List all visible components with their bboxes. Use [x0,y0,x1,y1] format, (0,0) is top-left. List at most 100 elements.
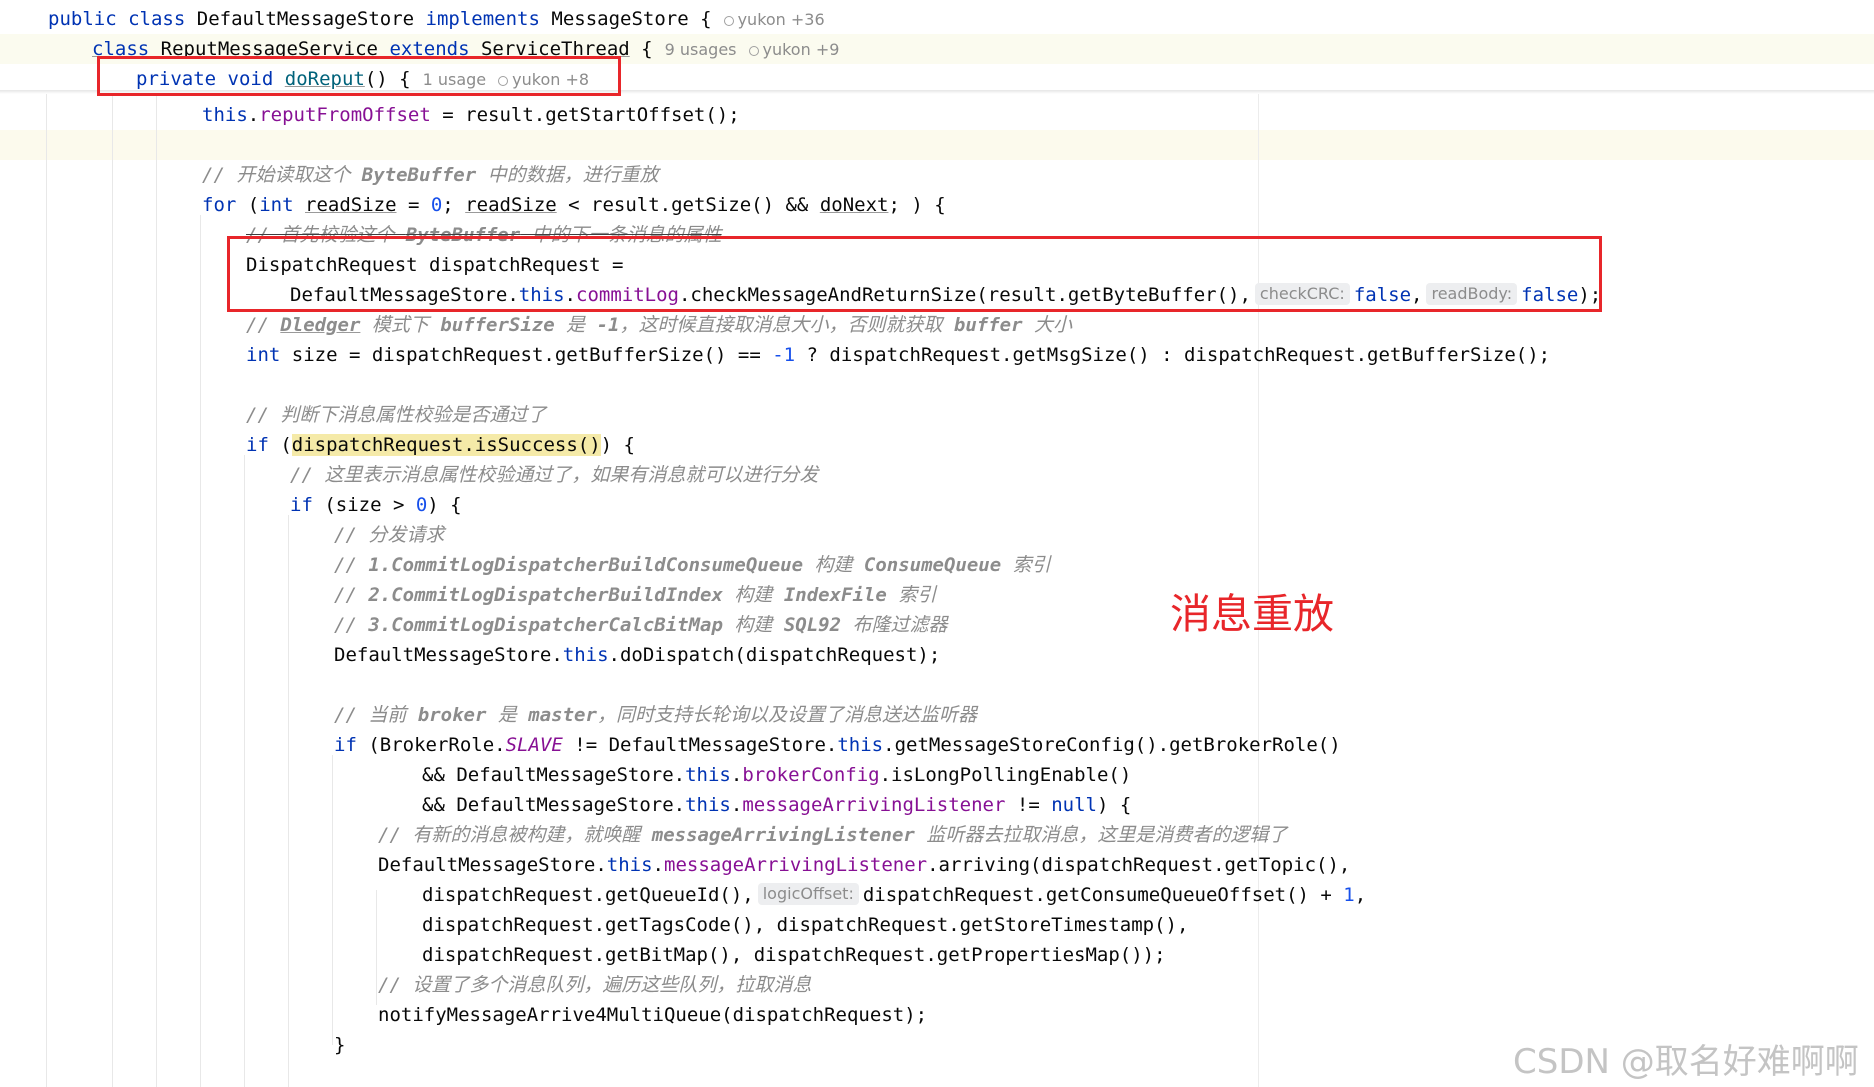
keyword: this [685,764,731,786]
code-text: (BrokerRole. [356,734,506,756]
keyword: if [246,434,269,456]
code-text: ? dispatchRequest.getMsgSize() : dispatc… [795,344,1551,366]
code-comment[interactable]: // Dledger 模式下 bufferSize 是 -1，这时候直接取消息大… [246,310,1072,340]
watermark: CSDN @取名好难啊啊 [1513,1042,1859,1082]
keyword: this [685,794,731,816]
indent-guide [376,890,377,1005]
code-text: .arriving(dispatchRequest.getTopic(), [927,854,1351,876]
code-line[interactable]: && DefaultMessageStore.this.messageArriv… [422,790,1131,820]
code-text: .doDispatch(dispatchRequest); [608,644,941,666]
person-icon [748,46,759,56]
code-comment[interactable]: // 开始读取这个 ByteBuffer 中的数据，进行重放 [202,160,659,190]
code-comment[interactable]: // 当前 broker 是 master，同时支持长轮询以及设置了消息送达监听… [334,700,977,730]
code-text: .getMessageStoreConfig().getBrokerRole() [883,734,1341,756]
comment-text: 大小 [1022,314,1073,336]
code-text: != DefaultMessageStore. [562,734,838,756]
person-icon [723,16,734,26]
code-line[interactable]: && DefaultMessageStore.this.brokerConfig… [422,760,1131,790]
code-text: size = dispatchRequest.getBufferSize() =… [280,344,773,366]
comment-text: // [334,554,369,576]
code-comment[interactable]: // 1.CommitLogDispatcherBuildConsumeQueu… [334,550,1051,580]
code-text: dispatchRequest.getQueueId(), [422,884,754,906]
code-text: = result.getStartOffset(); [430,104,740,126]
comment-text: 是 [554,314,597,336]
comment-text: 是 [486,704,529,726]
code-text: = [396,194,431,216]
comment-text: ，同时支持长轮询以及设置了消息送达监听器 [596,704,977,726]
code-line[interactable]: dispatchRequest.getQueueId(), logicOffset… [422,880,1366,910]
comment-text: 索引 [1001,554,1051,576]
code-comment[interactable]: // 分发请求 [334,520,444,550]
code-editor[interactable]: public class DefaultMessageStore impleme… [0,0,1874,1087]
comment-text: 3.CommitLogDispatcherCalcBitMap [368,614,723,636]
number-literal: -1 [772,344,796,366]
code-text: notifyMessageArrive4MultiQueue(dispatchR… [378,1004,928,1026]
code-line[interactable]: dispatchRequest.getBitMap(), dispatchReq… [422,940,1166,970]
comment-text: 1.CommitLogDispatcherBuildConsumeQueue [368,554,804,576]
comment-text: 中的数据，进行重放 [476,164,659,186]
code-line[interactable]: int size = dispatchRequest.getBufferSize… [246,340,1550,370]
indent-guide [244,455,245,1087]
field-ref: messageArrivingListener [742,794,1006,816]
comment-text: IndexFile [783,584,887,606]
code-text: } [334,1034,346,1056]
comment-text: bufferSize [440,314,555,336]
brace: { [700,8,712,30]
keyword: null [1051,794,1097,816]
code-text: != [1005,794,1052,816]
code-line[interactable]: if (dispatchRequest.isSuccess()) { [246,430,635,460]
number-literal: 1 [1343,884,1355,906]
author-hint[interactable]: yukon +9 [748,40,839,59]
sticky-header-class[interactable]: public class DefaultMessageStore impleme… [0,4,1874,34]
comment-text: messageArrivingListener [651,824,915,846]
code-line[interactable]: notifyMessageArrive4MultiQueue(dispatchR… [378,1000,927,1030]
number-literal: 0 [415,494,428,516]
code-comment[interactable]: // 判断下消息属性校验是否通过了 [246,400,546,430]
code-comment[interactable]: // 3.CommitLogDispatcherCalcBitMap 构建 SQ… [334,610,947,640]
usages-hint[interactable]: 9 usages [665,40,737,59]
comment-text: ，这时候直接取消息大小，否则就获取 [619,314,954,336]
comment-text: // 这里表示消息属性校验通过了，如果有消息就可以进行分发 [290,464,819,486]
code-line[interactable]: if (size > 0) { [290,490,462,520]
comment-text: // 设置了多个消息队列，遍历这些队列，拉取消息 [378,974,812,996]
keyword: this [202,104,248,126]
code-comment[interactable]: // 有新的消息被构建，就唤醒 messageArrivingListener … [378,820,1287,850]
code-text: < result.getSize() && [556,194,820,216]
code-line[interactable]: dispatchRequest.getTagsCode(), dispatchR… [422,910,1188,940]
code-text: DefaultMessageStore. [378,854,607,876]
code-line[interactable]: this.reputFromOffset = result.getStartOf… [202,100,740,130]
code-text: ; [442,194,466,216]
comment-text: 构建 [722,584,784,606]
keyword: this [837,734,884,756]
code-text: ) { [427,494,462,516]
class-name: DefaultMessageStore [196,8,415,30]
field-ref: messageArrivingListener [664,854,928,876]
code-text: ) { [600,434,635,456]
code-text: . [730,764,743,786]
code-line[interactable]: DefaultMessageStore.this.doDispatch(disp… [334,640,940,670]
indent-guide [288,515,289,1087]
comment-text: // [246,314,281,336]
code-line[interactable]: if (BrokerRole.SLAVE != DefaultMessageSt… [334,730,1341,760]
code-comment[interactable]: // 2.CommitLogDispatcherBuildIndex 构建 In… [334,580,936,610]
author-text: yukon +36 [737,10,825,29]
author-hint[interactable]: yukon +36 [723,10,825,29]
comment-text: -1 [596,314,620,336]
code-text: dispatchRequest.getBitMap(), dispatchReq… [422,944,1166,966]
code-comment[interactable]: // 设置了多个消息队列，遍历这些队列，拉取消息 [378,970,811,1000]
indent-guide [46,94,47,1087]
code-line[interactable]: for (int readSize = 0; readSize < result… [202,190,946,220]
code-text: . [730,794,743,816]
code-text: (size > [312,494,416,516]
indent-guide [156,94,157,1087]
code-text: ( [268,434,292,456]
comment-text: // [334,614,369,636]
keyword: implements [425,8,540,30]
keyword: class [128,8,186,30]
comment-text: // 当前 [334,704,418,726]
comment-text: 构建 [803,554,864,576]
code-comment[interactable]: // 这里表示消息属性校验通过了，如果有消息就可以进行分发 [290,460,818,490]
code-line[interactable]: DefaultMessageStore.this.messageArriving… [378,850,1350,880]
code-line[interactable]: } [334,1030,345,1060]
